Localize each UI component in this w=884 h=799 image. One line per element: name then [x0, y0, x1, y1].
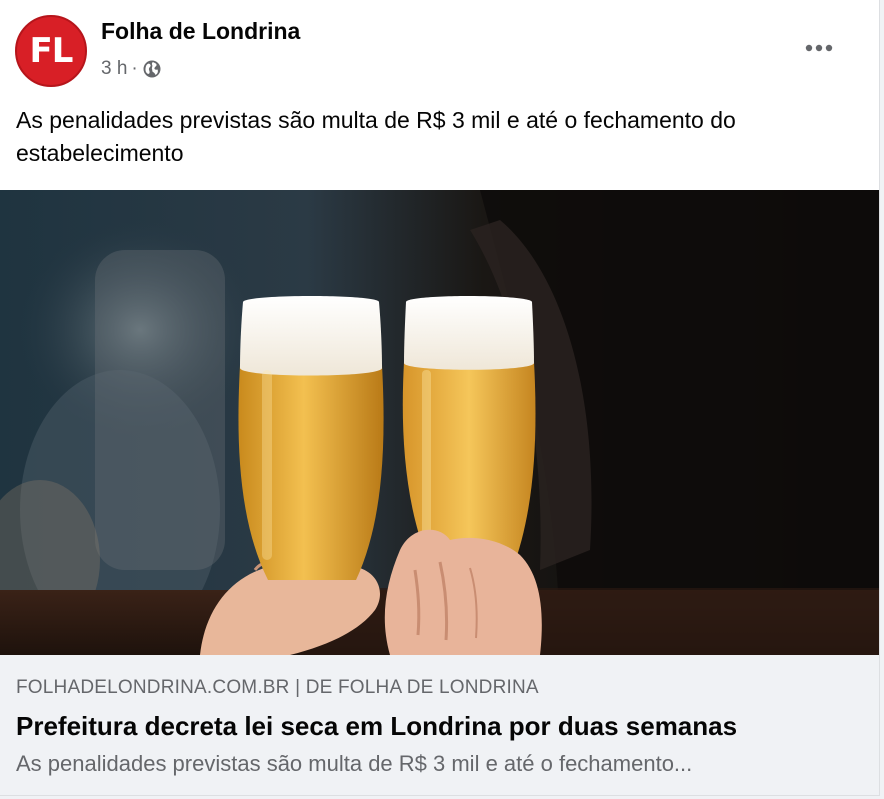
- post-header: FL Folha de Londrina 3 h ·: [0, 0, 879, 100]
- link-domain: FOLHADELONDRINA.COM.BR | DE FOLHA DE LON…: [16, 677, 539, 698]
- post-text: As penalidades previstas são multa de R$…: [16, 107, 736, 166]
- post-card: FL Folha de Londrina 3 h · As penalidade…: [0, 0, 880, 796]
- avatar-logo-text: FL: [29, 31, 74, 71]
- link-description: As penalidades previstas são multa de R$…: [16, 751, 693, 776]
- link-title[interactable]: Prefeitura decreta lei seca em Londrina …: [16, 711, 737, 742]
- ellipsis-icon: [805, 44, 833, 52]
- globe-icon[interactable]: [142, 59, 162, 79]
- more-options-button[interactable]: [797, 30, 841, 66]
- post-meta: 3 h ·: [101, 58, 162, 80]
- meta-separator: ·: [131, 58, 138, 79]
- link-preview-image[interactable]: [0, 190, 879, 655]
- page-name-link[interactable]: Folha de Londrina: [101, 18, 300, 45]
- avatar[interactable]: FL: [15, 15, 87, 87]
- link-preview[interactable]: FOLHADELONDRINA.COM.BR | DE FOLHA DE LON…: [0, 655, 879, 795]
- post-timestamp[interactable]: 3 h: [101, 58, 127, 80]
